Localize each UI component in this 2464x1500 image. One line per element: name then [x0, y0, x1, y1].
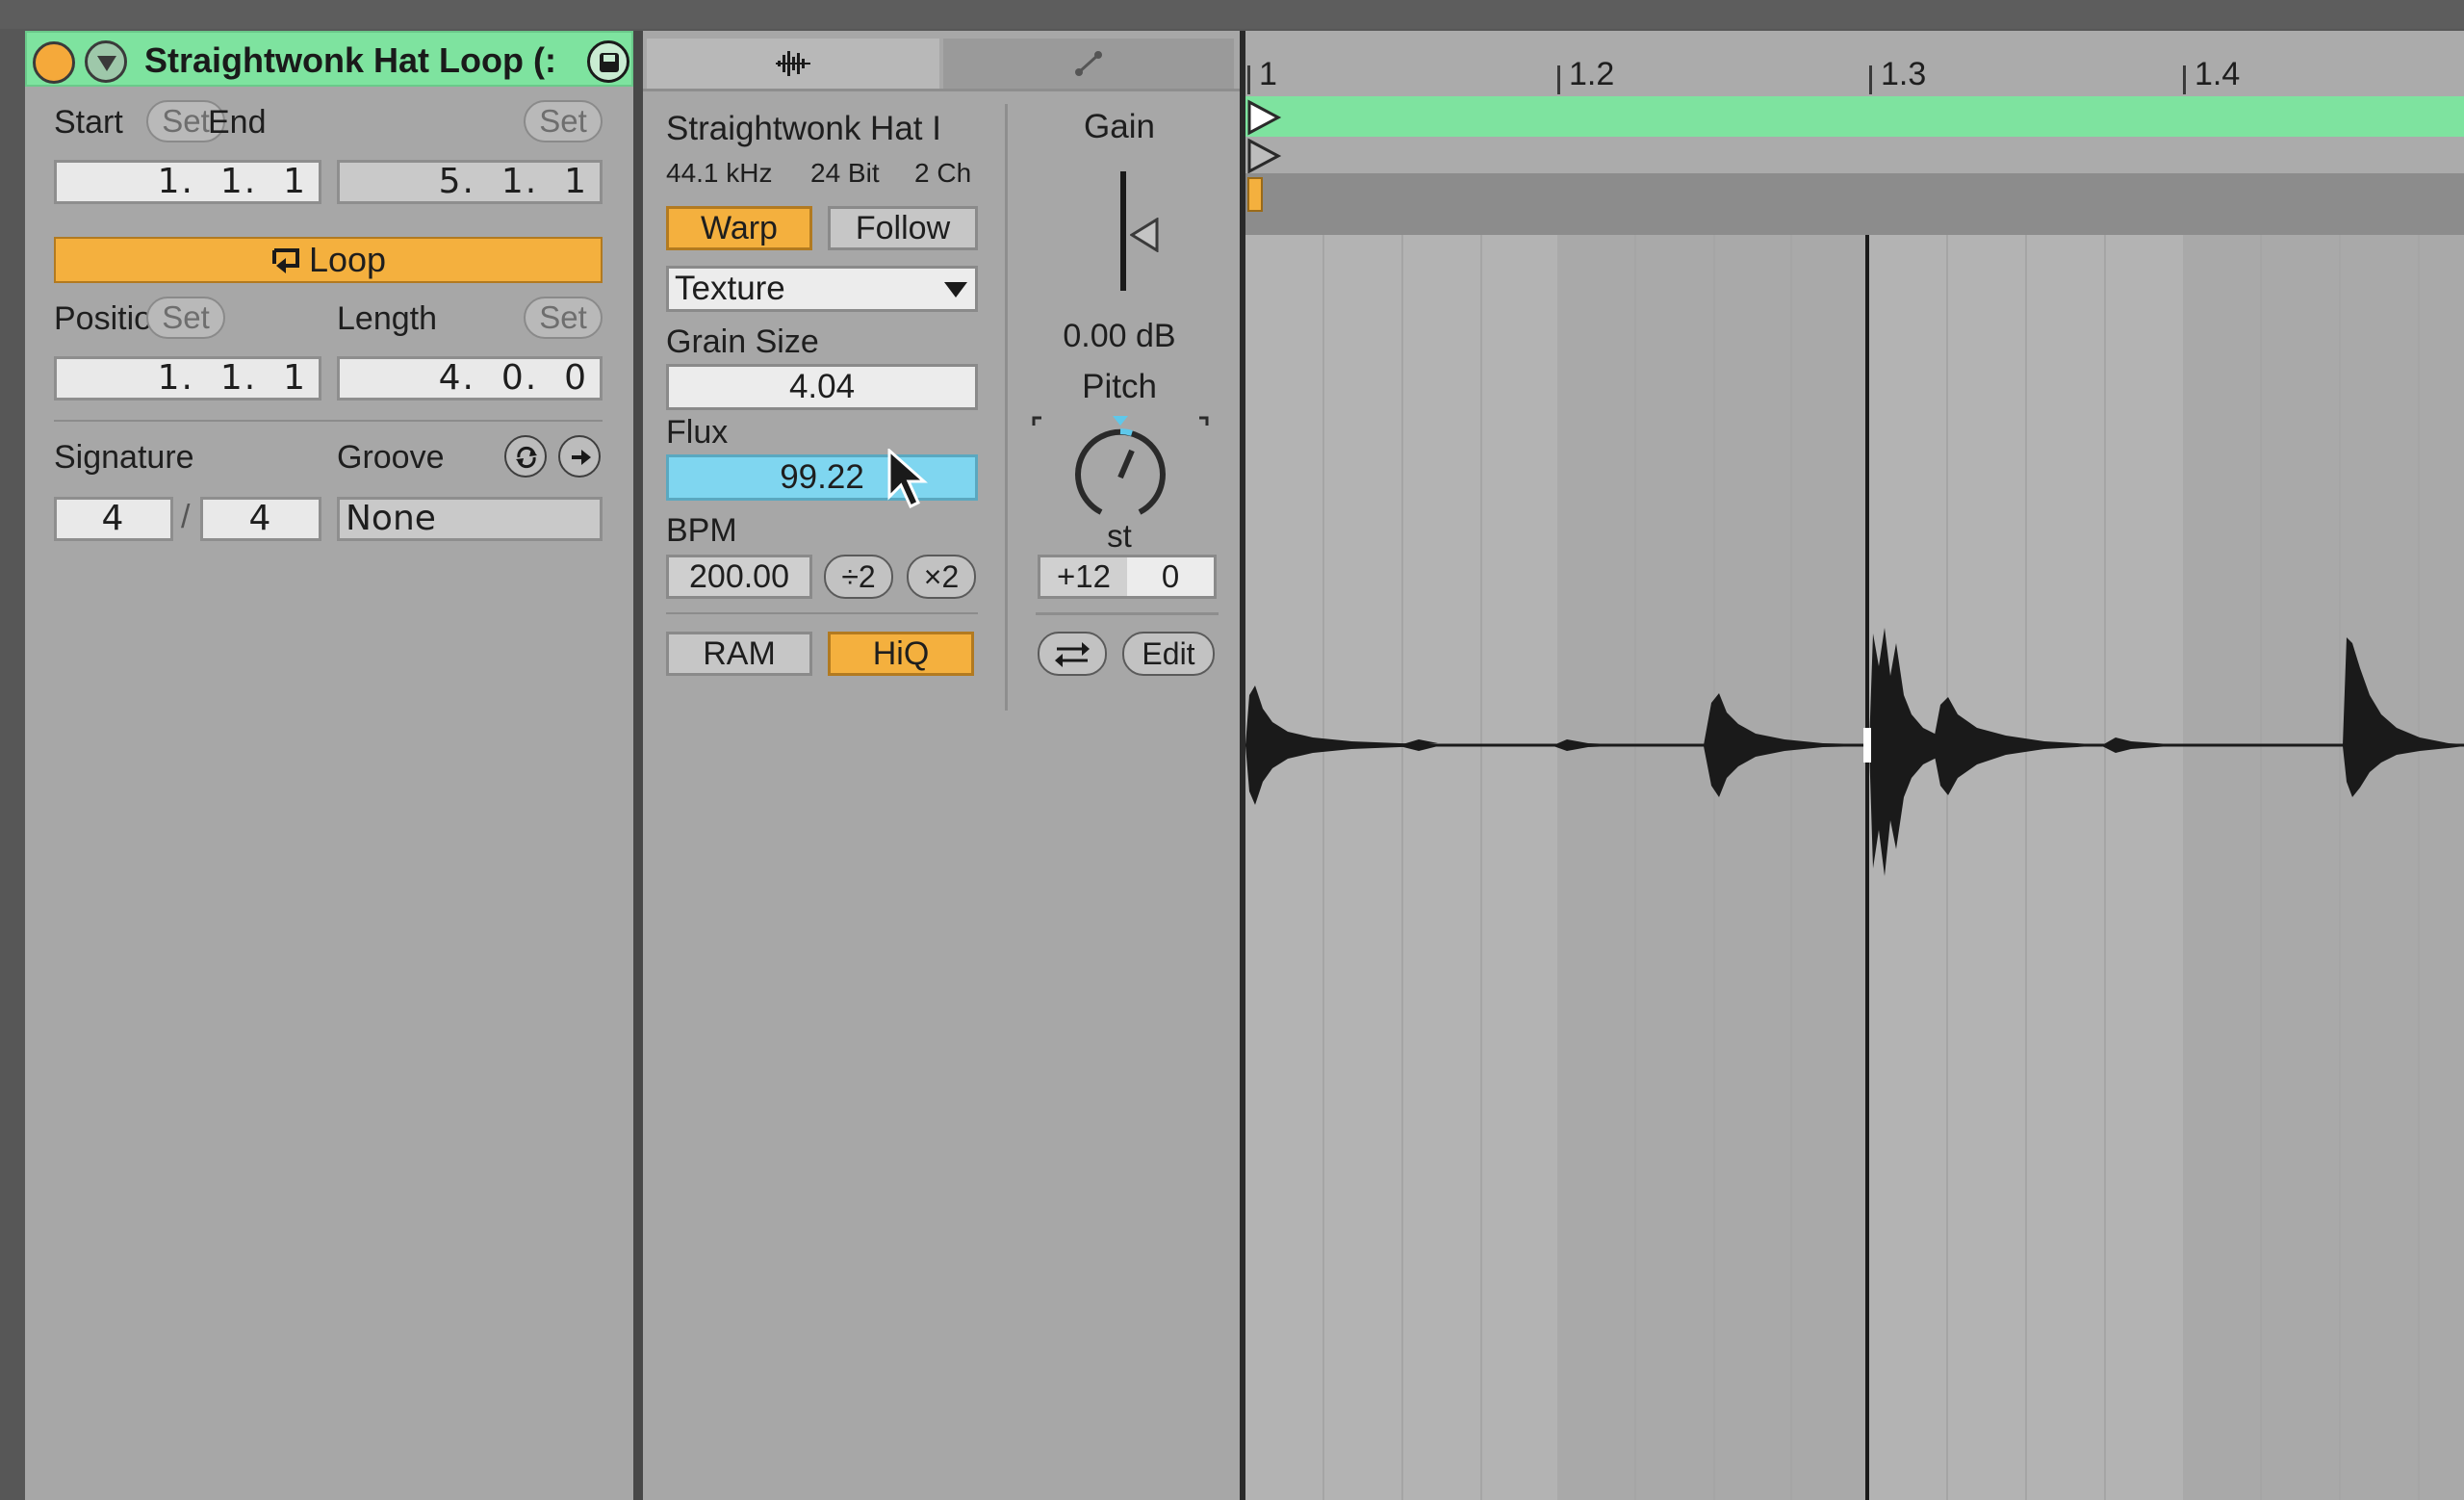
transpose-value[interactable]: 0: [1127, 557, 1214, 596]
reverse-button[interactable]: [1038, 632, 1107, 676]
bpm-field[interactable]: 200.00: [666, 555, 812, 599]
hiq-button[interactable]: HiQ: [828, 632, 974, 676]
groove-selector[interactable]: None: [337, 497, 603, 541]
top-strip: [0, 0, 2464, 29]
flux-label: Flux: [666, 414, 729, 451]
sample-editor[interactable]: 1 1.2 1.3 1.4: [1245, 31, 2464, 1500]
ruler-tick: [2183, 65, 2186, 94]
end-label: End: [208, 104, 267, 141]
clip-separator: [54, 420, 603, 422]
position-field[interactable]: 1. 1. 1: [54, 356, 321, 401]
start-field[interactable]: 1. 1. 1: [54, 160, 321, 204]
flux-field[interactable]: 99.22: [666, 454, 978, 501]
position-set-button[interactable]: Set: [146, 297, 225, 339]
warp-mode-dropdown[interactable]: Texture: [666, 266, 978, 312]
sample-column-divider: [1005, 104, 1008, 711]
clip-activator-button[interactable]: [33, 41, 75, 84]
ram-button[interactable]: RAM: [666, 632, 812, 676]
length-field[interactable]: 4. 0. 0: [337, 356, 603, 401]
clip-menu-button[interactable]: [85, 40, 127, 83]
tab-sample[interactable]: [647, 39, 939, 89]
loop-icon: [271, 248, 299, 273]
gain-fader-handle-icon[interactable]: [1130, 218, 1159, 252]
marker-row: [1245, 137, 2464, 173]
clip-name[interactable]: Straightwonk Hat Loop (:: [144, 40, 597, 81]
mouse-pointer-icon: [887, 449, 928, 509]
sample-file-name: Straightwonk Hat I: [666, 110, 941, 147]
signature-slash: /: [181, 499, 191, 535]
chevron-down-icon: [97, 56, 116, 71]
pitch-separator: [1036, 612, 1219, 615]
loop-brace[interactable]: [1245, 96, 2464, 137]
grain-size-label: Grain Size: [666, 323, 819, 360]
arrow-right-icon: [572, 450, 591, 465]
gain-fader-track[interactable]: [1120, 171, 1126, 291]
start-marker-icon[interactable]: [1245, 98, 1284, 181]
ruler-label: 1: [1259, 56, 1277, 92]
follow-button[interactable]: Follow: [828, 206, 978, 250]
waveform-display: [1245, 628, 2464, 876]
edit-button[interactable]: Edit: [1122, 632, 1215, 676]
bit-depth: 24 Bit: [810, 158, 880, 188]
channel-count: 2 Ch: [914, 158, 972, 188]
gain-value: 0.00 dB: [1063, 318, 1176, 354]
length-set-button[interactable]: Set: [524, 297, 603, 339]
pitch-label: Pitch: [1082, 368, 1157, 405]
warp-marker-strip[interactable]: [1245, 173, 2464, 235]
warp-marker-handle[interactable]: [1247, 177, 1263, 212]
length-label: Length: [337, 300, 437, 337]
signature-numerator-field[interactable]: 4: [54, 497, 173, 541]
clip-panel: Straightwonk Hat Loop (: Start Set End S…: [25, 31, 633, 1500]
end-field[interactable]: 5. 1. 1: [337, 160, 603, 204]
double-tempo-button[interactable]: ×2: [907, 555, 976, 599]
half-tempo-button[interactable]: ÷2: [824, 555, 893, 599]
grain-size-field[interactable]: 4.04: [666, 364, 978, 410]
start-label: Start: [54, 104, 123, 141]
ruler-label: 1.4: [2194, 56, 2241, 92]
ruler-label: 1.2: [1569, 56, 1615, 92]
tab-divider: [643, 89, 1244, 91]
sample-rate: 44.1 kHz: [666, 158, 773, 188]
tab-envelopes[interactable]: [943, 39, 1234, 89]
save-clip-button[interactable]: [587, 40, 629, 83]
gain-label: Gain: [1084, 108, 1155, 145]
transpose-box[interactable]: +12 0: [1038, 555, 1217, 599]
ruler-tick: [1869, 65, 1872, 94]
beat-ruler[interactable]: 1 1.2 1.3 1.4: [1245, 31, 2464, 96]
clip-header: Straightwonk Hat Loop (:: [25, 31, 633, 87]
pitch-unit: st: [1107, 518, 1132, 554]
sample-separator: [666, 612, 978, 614]
swap-arrows-icon: [1055, 642, 1090, 667]
playhead-marker: [1863, 728, 1871, 763]
sample-panel: Straightwonk Hat I 44.1 kHz 24 Bit 2 Ch …: [643, 31, 1244, 1500]
end-set-button[interactable]: Set: [524, 100, 603, 142]
playhead: [1865, 235, 1869, 1500]
refresh-icon: [516, 446, 537, 469]
signature-label: Signature: [54, 439, 194, 476]
waveform-icon: [776, 51, 810, 76]
warp-button[interactable]: Warp: [666, 206, 812, 250]
dropdown-arrow-icon: [944, 282, 967, 297]
ruler-tick: [1557, 65, 1560, 94]
groove-hot-swap-button[interactable]: [504, 435, 547, 478]
save-icon: [600, 53, 619, 72]
loop-label: Loop: [308, 240, 387, 279]
ruler-tick: [1247, 65, 1250, 94]
envelope-icon: [1075, 51, 1102, 76]
loop-button[interactable]: Loop: [54, 237, 603, 283]
warp-mode-value: Texture: [675, 270, 785, 307]
panel-divider: [633, 31, 643, 1500]
pitch-knob[interactable]: [1032, 408, 1209, 524]
groove-commit-button[interactable]: [558, 435, 601, 478]
groove-label: Groove: [337, 439, 445, 476]
signature-denominator-field[interactable]: 4: [200, 497, 321, 541]
transpose-range[interactable]: +12: [1040, 557, 1127, 596]
bpm-label: BPM: [666, 512, 737, 549]
ruler-label: 1.3: [1881, 56, 1927, 92]
